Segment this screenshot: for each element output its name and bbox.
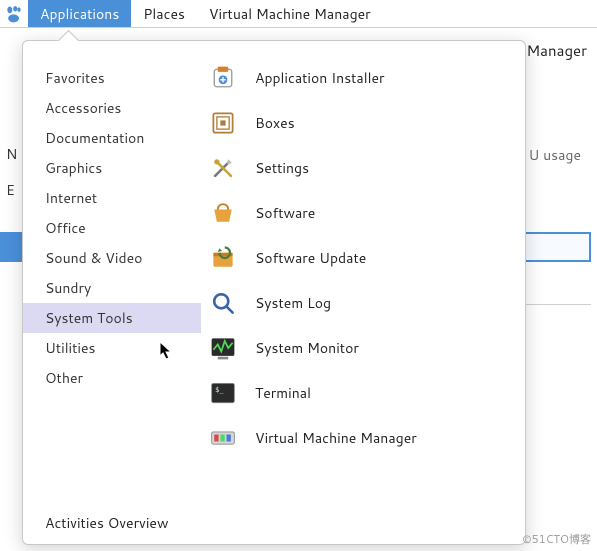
category-accessories[interactable]: Accessories xyxy=(23,93,201,123)
panel-item-label: Applications xyxy=(40,4,119,24)
panel-menu-places[interactable]: Places xyxy=(131,0,197,27)
category-utilities[interactable]: Utilities xyxy=(23,333,201,363)
settings-icon xyxy=(209,154,237,182)
category-favorites[interactable]: Favorites xyxy=(23,63,201,93)
app-label: Software xyxy=(255,203,315,223)
panel-item-label: Places xyxy=(143,4,185,24)
app-virtual-machine-manager[interactable]: Virtual Machine Manager xyxy=(201,415,525,460)
app-list: Application Installer Boxes Settings Sof… xyxy=(201,41,525,544)
category-label: System Tools xyxy=(45,308,133,328)
window-title-fragment: Manager xyxy=(526,40,587,61)
app-label: Application Installer xyxy=(255,68,384,88)
app-label: Software Update xyxy=(255,248,366,268)
category-graphics[interactable]: Graphics xyxy=(23,153,201,183)
category-other[interactable]: Other xyxy=(23,363,201,393)
category-label: Utilities xyxy=(45,338,96,358)
applications-menu: Favorites Accessories Documentation Grap… xyxy=(22,40,526,545)
category-label: Other xyxy=(45,368,83,388)
category-internet[interactable]: Internet xyxy=(23,183,201,213)
edge-letter: N xyxy=(6,144,17,164)
category-sound-video[interactable]: Sound & Video xyxy=(23,243,201,273)
panel-item-label: Virtual Machine Manager xyxy=(209,4,371,24)
app-application-installer[interactable]: Application Installer xyxy=(201,55,525,100)
spacer xyxy=(23,393,201,502)
vm-list-row-selected-fragment[interactable] xyxy=(521,232,591,262)
edge-letter: E xyxy=(6,180,15,200)
category-label: Accessories xyxy=(45,98,121,118)
app-label: Terminal xyxy=(255,383,311,403)
category-label: Graphics xyxy=(45,158,102,178)
virtual-machine-manager-icon xyxy=(209,424,237,452)
terminal-icon: $_ xyxy=(209,379,237,407)
app-label: System Monitor xyxy=(255,338,359,358)
software-icon xyxy=(209,199,237,227)
app-terminal[interactable]: $_ Terminal xyxy=(201,370,525,415)
category-office[interactable]: Office xyxy=(23,213,201,243)
selected-row-strip xyxy=(0,232,22,262)
app-settings[interactable]: Settings xyxy=(201,145,525,190)
category-list: Favorites Accessories Documentation Grap… xyxy=(23,41,201,544)
system-monitor-icon xyxy=(209,334,237,362)
activities-overview[interactable]: Activities Overview xyxy=(23,502,201,544)
system-log-icon xyxy=(209,289,237,317)
category-label: Favorites xyxy=(45,68,105,88)
app-system-monitor[interactable]: System Monitor xyxy=(201,325,525,370)
cpu-usage-label-fragment: U usage xyxy=(528,145,581,165)
watermark: ©51CTO博客 xyxy=(522,531,591,547)
boxes-icon xyxy=(209,109,237,137)
category-label: Office xyxy=(45,218,86,238)
app-label: Virtual Machine Manager xyxy=(255,428,417,448)
app-software-update[interactable]: Software Update xyxy=(201,235,525,280)
category-label: Sundry xyxy=(45,278,91,298)
panel-menu-vmm[interactable]: Virtual Machine Manager xyxy=(197,0,383,27)
category-sundry[interactable]: Sundry xyxy=(23,273,201,303)
software-update-icon xyxy=(209,244,237,272)
category-label: Internet xyxy=(45,188,97,208)
app-label: Boxes xyxy=(255,113,295,133)
activities-label: Activities Overview xyxy=(45,513,168,533)
application-installer-icon xyxy=(209,64,237,92)
category-documentation[interactable]: Documentation xyxy=(23,123,201,153)
app-boxes[interactable]: Boxes xyxy=(201,100,525,145)
category-system-tools[interactable]: System Tools xyxy=(23,303,201,333)
app-software[interactable]: Software xyxy=(201,190,525,235)
app-label: System Log xyxy=(255,293,331,313)
app-label: Settings xyxy=(255,158,309,178)
app-system-log[interactable]: System Log xyxy=(201,280,525,325)
category-label: Documentation xyxy=(45,128,144,148)
panel-menu-applications[interactable]: Applications xyxy=(28,0,131,27)
category-label: Sound & Video xyxy=(45,248,142,268)
top-panel: Applications Places Virtual Machine Mana… xyxy=(0,0,597,28)
svg-text:$_: $_ xyxy=(215,386,224,394)
gnome-foot-icon xyxy=(4,4,24,24)
divider xyxy=(521,304,591,305)
